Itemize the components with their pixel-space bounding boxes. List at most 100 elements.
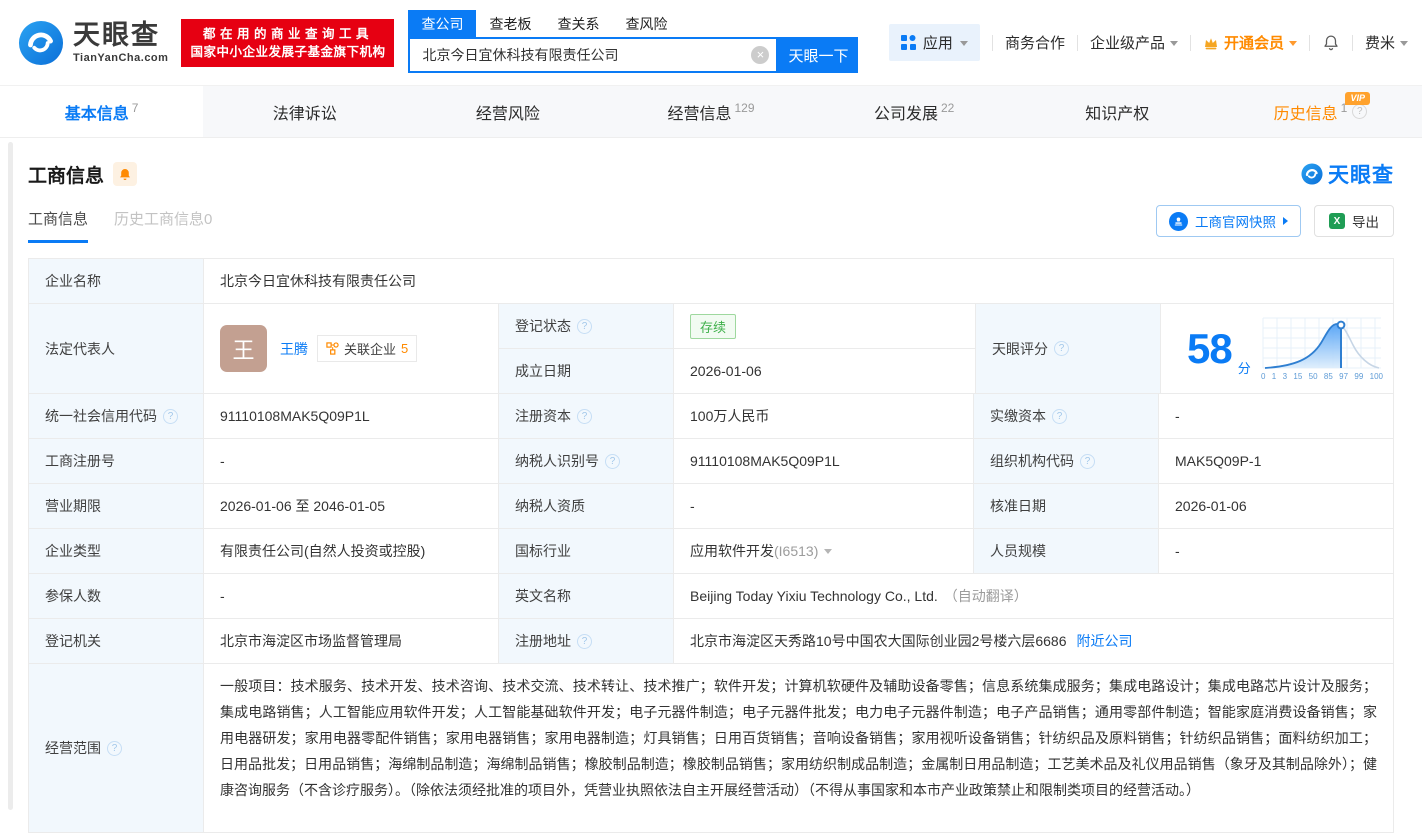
vip-label: 开通会员 [1223, 35, 1284, 52]
paid-capital-label: 实缴资本 ? [974, 394, 1159, 438]
approval-date-value: 2026-01-06 [1175, 498, 1247, 514]
tab-count: 129 [734, 100, 755, 115]
official-snapshot-button[interactable]: 工商官网快照 [1156, 205, 1301, 237]
help-icon[interactable]: ? [1080, 453, 1095, 469]
menu-enterprise-products[interactable]: 企业级产品 [1090, 32, 1178, 53]
bell-icon [1324, 35, 1338, 51]
tianyancha-logo-icon [1301, 163, 1323, 185]
taxpayer-quals-value: - [674, 484, 974, 528]
search-tab-company[interactable]: 查公司 [408, 10, 477, 37]
export-button[interactable]: X 导出 [1314, 205, 1394, 237]
subtab-history-business-info[interactable]: 历史工商信息0 [114, 208, 212, 243]
search-tab-relation[interactable]: 查关系 [544, 10, 612, 37]
tab-label: 公司发展 [873, 105, 938, 123]
help-icon[interactable]: ? [605, 453, 620, 469]
tab-legal-proceedings[interactable]: 法律诉讼 [203, 86, 406, 137]
org-code-label: 组织机构代码 ? [974, 439, 1159, 483]
tab-label: 历史信息 [1273, 105, 1338, 123]
apps-grid-icon [900, 35, 916, 50]
tab-count: 7 [131, 100, 139, 115]
username-label: 费米 [1364, 35, 1395, 52]
user-account-menu[interactable]: 费米 [1365, 32, 1408, 53]
tab-operating-info[interactable]: 经营信息 129 [609, 86, 812, 137]
subtab-business-info[interactable]: 工商信息 [28, 208, 89, 243]
help-icon[interactable]: ? [1352, 104, 1368, 119]
score-label-cell: 天眼评分 ? [976, 304, 1161, 393]
credit-code-label: 统一社会信用代码 ? [29, 394, 204, 438]
reg-authority-label: 登记机关 [29, 619, 204, 663]
industry-value[interactable]: 应用软件开发 (I6513) [674, 529, 974, 573]
site-domain: TianYanCha.com [73, 51, 169, 64]
chevron-down-icon [1169, 41, 1178, 46]
help-icon[interactable]: ? [163, 408, 178, 424]
help-icon[interactable]: ? [577, 318, 592, 334]
table-row: 登记机关 北京市海淀区市场监督管理局 注册地址 ? 北京市海淀区天秀路10号中国… [29, 619, 1393, 664]
promo-line2: 国家中小企业发展子基金旗下机构 [190, 44, 386, 59]
chevron-down-icon [959, 41, 968, 46]
search-tabs: 查公司 查老板 查关系 查风险 [408, 10, 858, 37]
chevron-down-icon [1288, 41, 1297, 46]
table-row: 参保人数 - 英文名称 Beijing Today Yixiu Technolo… [29, 574, 1393, 619]
staff-size-value: - [1175, 543, 1180, 559]
nearby-companies-link[interactable]: 附近公司 [1077, 631, 1133, 651]
help-icon[interactable]: ? [1054, 341, 1069, 356]
tab-count: 22 [940, 100, 955, 115]
help-icon[interactable]: ? [107, 740, 122, 756]
legal-rep-name-link[interactable]: 王腾 [280, 339, 308, 359]
table-row: 工商注册号 - 纳税人识别号 ? 91110108MAK5Q09P1L 组织机构… [29, 439, 1393, 484]
company-nav-tabs: 基本信息 7 法律诉讼 经营风险 经营信息 129 公司发展 22 知识产权 V… [0, 86, 1422, 138]
reg-capital-value: 100万人民币 [674, 394, 974, 438]
tab-company-development[interactable]: 公司发展 22 [813, 86, 1016, 137]
search-tab-boss[interactable]: 查老板 [476, 10, 544, 37]
search-tab-risk[interactable]: 查风险 [612, 10, 680, 37]
english-name-label: 英文名称 [499, 574, 674, 618]
help-icon[interactable]: ? [577, 408, 592, 424]
tab-basic-info[interactable]: 基本信息 7 [0, 86, 204, 137]
paid-capital-value: - [1175, 408, 1180, 424]
site-name: 天眼查 [73, 19, 160, 50]
section-header: 工商信息 天眼查 [0, 138, 1422, 189]
auto-translate-note: （自动翻译） [943, 588, 1028, 604]
cooperation-label: 商务合作 [1004, 35, 1065, 52]
tab-operating-risk[interactable]: 经营风险 [406, 86, 609, 137]
taxpayer-id-label: 纳税人识别号 ? [499, 439, 674, 483]
related-count: 5 [401, 341, 409, 356]
score-value: 58 [1187, 324, 1233, 372]
monitor-bell-button[interactable] [113, 162, 138, 186]
status-date-subtable: 登记状态 ? 存续 成立日期 2026-01-06 [499, 304, 976, 393]
taxpayer-quals-label: 纳税人资质 [499, 484, 674, 528]
tab-history-info[interactable]: VIP 历史信息 1 ? [1219, 86, 1422, 137]
table-row: 企业类型 有限责任公司(自然人投资或控股) 国标行业 应用软件开发 (I6513)… [29, 529, 1393, 574]
search-button[interactable]: 天眼一下 [778, 37, 859, 73]
watermark-text: 天眼查 [1328, 164, 1394, 187]
apps-menu[interactable]: 应用 [888, 24, 980, 61]
table-row: 经营范围 ? 一般项目：技术服务、技术开发、技术咨询、技术交流、技术转让、技术推… [29, 664, 1393, 832]
menu-cooperation[interactable]: 商务合作 [1005, 32, 1065, 53]
company-type-label: 企业类型 [29, 529, 204, 573]
table-row: 企业名称 北京今日宜休科技有限责任公司 [29, 259, 1393, 304]
top-header: 天眼查 TianYanCha.com 都在用的商业查询工具 国家中小企业发展子基… [0, 0, 1422, 86]
help-icon[interactable]: ? [1052, 408, 1067, 424]
chevron-down-icon [824, 548, 833, 554]
reg-status-label: 登记状态 ? [499, 304, 674, 348]
reg-number-label: 工商注册号 [29, 439, 204, 483]
reg-number-value: - [204, 439, 499, 483]
reg-capital-label: 注册资本 ? [499, 394, 674, 438]
reg-address-label: 注册地址 ? [499, 619, 674, 663]
table-row: 营业期限 2026-01-06 至 2046-01-05 纳税人资质 - 核准日… [29, 484, 1393, 529]
help-icon[interactable]: ? [577, 633, 592, 649]
related-companies-badge[interactable]: 关联企业 5 [317, 335, 418, 362]
table-row: 统一社会信用代码 ? 91110108MAK5Q09P1L 注册资本 ? 100… [29, 394, 1393, 439]
legal-rep-avatar[interactable]: 王 [220, 325, 267, 372]
site-logo[interactable]: 天眼查 TianYanCha.com [18, 20, 168, 66]
tab-intellectual-property[interactable]: 知识产权 [1016, 86, 1219, 137]
menu-vip-upgrade[interactable]: 开通会员 [1203, 32, 1297, 53]
notifications-button[interactable] [1322, 33, 1340, 52]
stamp-icon [1169, 211, 1188, 231]
business-term-label: 营业期限 [29, 484, 204, 528]
menu-divider [1308, 34, 1310, 51]
subtab-bar: 工商信息 历史工商信息0 工商官网快照 X 导出 [0, 189, 1422, 245]
business-scope-label: 经营范围 ? [29, 664, 204, 832]
tianyancha-logo-icon [18, 20, 64, 65]
search-input[interactable] [408, 37, 779, 73]
